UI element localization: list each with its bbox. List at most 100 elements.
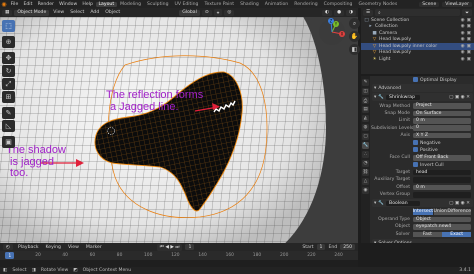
- 3d-viewport[interactable]: The reflection forms a Jagged line. The …: [0, 17, 358, 243]
- editor-type-icon[interactable]: ▦: [2, 9, 13, 16]
- rotate-icon[interactable]: ↻: [2, 65, 15, 77]
- start-frame-field[interactable]: 1: [316, 244, 326, 250]
- particles-tab-icon[interactable]: ∴: [362, 151, 369, 158]
- pan-hand-icon[interactable]: ✋: [349, 31, 360, 42]
- workspace-tab-shading[interactable]: Shading: [237, 2, 262, 7]
- modifier-name-field[interactable]: Shrinkwrap: [386, 94, 421, 101]
- property-value-field[interactable]: [413, 191, 471, 198]
- modifier-panel-header[interactable]: ▾ 🔧 Shrinkwrap ▢ ▣ ◉ ✕: [372, 93, 473, 102]
- eye-icon[interactable]: ◉: [461, 57, 465, 62]
- move-icon[interactable]: ✥: [2, 52, 15, 64]
- modifier-tab-icon[interactable]: 🔧: [362, 142, 369, 149]
- subpanel-header[interactable]: ▾ Advanced: [372, 84, 473, 93]
- menu-marker[interactable]: Marker: [84, 245, 104, 250]
- outliner-row[interactable]: ☀ Light ◉ ▣: [361, 56, 474, 63]
- checkbox-icon[interactable]: [413, 147, 418, 153]
- modifier-toggle-icons[interactable]: ▢ ▣ ◉ ✕: [449, 201, 473, 206]
- render-tab-icon[interactable]: ◫: [362, 88, 369, 95]
- camera-render-icon[interactable]: ▣: [467, 57, 471, 62]
- timeline-body[interactable]: [0, 260, 358, 267]
- checkbox-icon[interactable]: [413, 162, 418, 168]
- segment-option[interactable]: Union: [433, 209, 447, 215]
- checkbox-icon[interactable]: [413, 140, 418, 146]
- annotate-icon[interactable]: ✎: [2, 107, 15, 119]
- data-tab-icon[interactable]: △: [362, 178, 369, 185]
- select-box-icon[interactable]: ⬚: [2, 20, 15, 32]
- property-value-field[interactable]: X Y Z: [413, 132, 471, 139]
- camera-render-icon[interactable]: ▣: [467, 50, 471, 55]
- property-value-field[interactable]: Object: [413, 216, 471, 223]
- property-value-field[interactable]: [413, 177, 471, 183]
- property-value-field[interactable]: 0: [413, 125, 471, 132]
- measure-icon[interactable]: ◺: [2, 120, 15, 132]
- chevron-down-icon[interactable]: ▾: [374, 201, 376, 206]
- workspace-tab-modeling[interactable]: Modeling: [117, 2, 144, 7]
- menu-render[interactable]: Render: [35, 2, 57, 7]
- scene-tab-icon[interactable]: ◭: [362, 115, 369, 122]
- eye-icon[interactable]: ◉: [461, 24, 465, 29]
- menu-keying[interactable]: Keying: [44, 245, 63, 250]
- view-layer-tab-icon[interactable]: ▤: [362, 106, 369, 113]
- camera-render-icon[interactable]: ▣: [467, 37, 471, 42]
- property-value-field[interactable]: head: [413, 169, 471, 176]
- snap-icon[interactable]: ⌖: [213, 9, 223, 16]
- camera-render-icon[interactable]: ▣: [467, 24, 471, 29]
- workspace-tab-compositing[interactable]: Compositing: [321, 2, 356, 7]
- cursor-icon[interactable]: ⊕: [2, 36, 15, 48]
- chevron-down-icon[interactable]: ▾: [374, 241, 376, 243]
- shading-material-icon[interactable]: ◑: [345, 9, 356, 16]
- property-value-field[interactable]: 0 m: [413, 118, 471, 124]
- checkbox-option[interactable]: Invert Cull: [413, 162, 474, 168]
- world-tab-icon[interactable]: ◍: [362, 124, 369, 131]
- menu-object[interactable]: Object: [103, 10, 122, 15]
- outliner-search-icon[interactable]: ⌕: [375, 9, 461, 16]
- workspace-tab-rendering[interactable]: Rendering: [291, 2, 320, 7]
- outliner-editor-icon[interactable]: ☰: [363, 9, 374, 16]
- checkbox-icon[interactable]: [413, 76, 418, 82]
- property-value-field[interactable]: eyepatch.new4: [413, 224, 471, 230]
- navigation-gizmo[interactable]: X Y Z ⌕ ✋ ◧: [318, 18, 360, 58]
- orientation-dropdown[interactable]: Global: [179, 9, 200, 16]
- menu-view[interactable]: View: [51, 10, 66, 15]
- segment-option[interactable]: Fast: [413, 231, 442, 238]
- filter-icon[interactable]: ⏷: [462, 9, 472, 16]
- add-cube-icon[interactable]: ▣: [2, 136, 15, 148]
- material-tab-icon[interactable]: ◉: [362, 187, 369, 194]
- checkbox-option[interactable]: Negative: [413, 140, 474, 146]
- menu-window[interactable]: Window: [57, 2, 80, 7]
- chevron-down-icon[interactable]: ▾: [374, 86, 376, 91]
- camera-render-icon[interactable]: ▣: [467, 18, 471, 23]
- playhead[interactable]: 1: [5, 251, 15, 259]
- workspace-tab-uv-editing[interactable]: UV Editing: [171, 2, 201, 7]
- timeline-ruler[interactable]: 0204060801001201401601802002202401: [0, 251, 358, 260]
- menu-add[interactable]: Add: [88, 10, 101, 15]
- current-frame-field[interactable]: 1: [185, 244, 195, 250]
- constraints-tab-icon[interactable]: ⛓: [362, 169, 369, 176]
- camera-render-icon[interactable]: ▣: [467, 31, 471, 36]
- eye-icon[interactable]: ◉: [461, 44, 465, 49]
- menu-playback[interactable]: Playback: [16, 245, 41, 250]
- subpanel-header[interactable]: ▾Solver Options: [372, 239, 473, 243]
- pivot-icon[interactable]: ⊙: [201, 9, 212, 16]
- eye-icon[interactable]: ◉: [461, 31, 465, 36]
- property-value-field[interactable]: Off Front Back: [413, 155, 471, 161]
- mode-dropdown[interactable]: Object Mode: [14, 9, 50, 16]
- proportional-edit-icon[interactable]: ◎: [224, 9, 235, 16]
- segment-option[interactable]: Intersect: [412, 209, 434, 215]
- segment-option[interactable]: Difference: [447, 209, 471, 215]
- workspace-tab-texture-paint[interactable]: Texture Paint: [201, 2, 237, 7]
- segment-option[interactable]: Exact: [442, 231, 471, 238]
- property-value-field[interactable]: 0 m: [413, 184, 471, 191]
- eye-icon[interactable]: ◉: [461, 37, 465, 42]
- menu-edit[interactable]: Edit: [21, 2, 35, 7]
- property-value-field[interactable]: On Surface: [413, 110, 471, 117]
- workspace-tab-sculpting[interactable]: Sculpting: [144, 2, 171, 7]
- zoom-icon[interactable]: ⌕: [349, 18, 360, 29]
- camera-render-icon[interactable]: ▣: [467, 44, 471, 49]
- end-frame-field[interactable]: 250: [340, 244, 355, 250]
- output-tab-icon[interactable]: ⎙: [362, 97, 369, 104]
- physics-tab-icon[interactable]: ◔: [362, 160, 369, 167]
- overlays-icon[interactable]: ◐: [321, 9, 332, 16]
- object-tab-icon[interactable]: ▢: [362, 133, 369, 140]
- workspace-tab-layout[interactable]: Layout: [95, 1, 118, 7]
